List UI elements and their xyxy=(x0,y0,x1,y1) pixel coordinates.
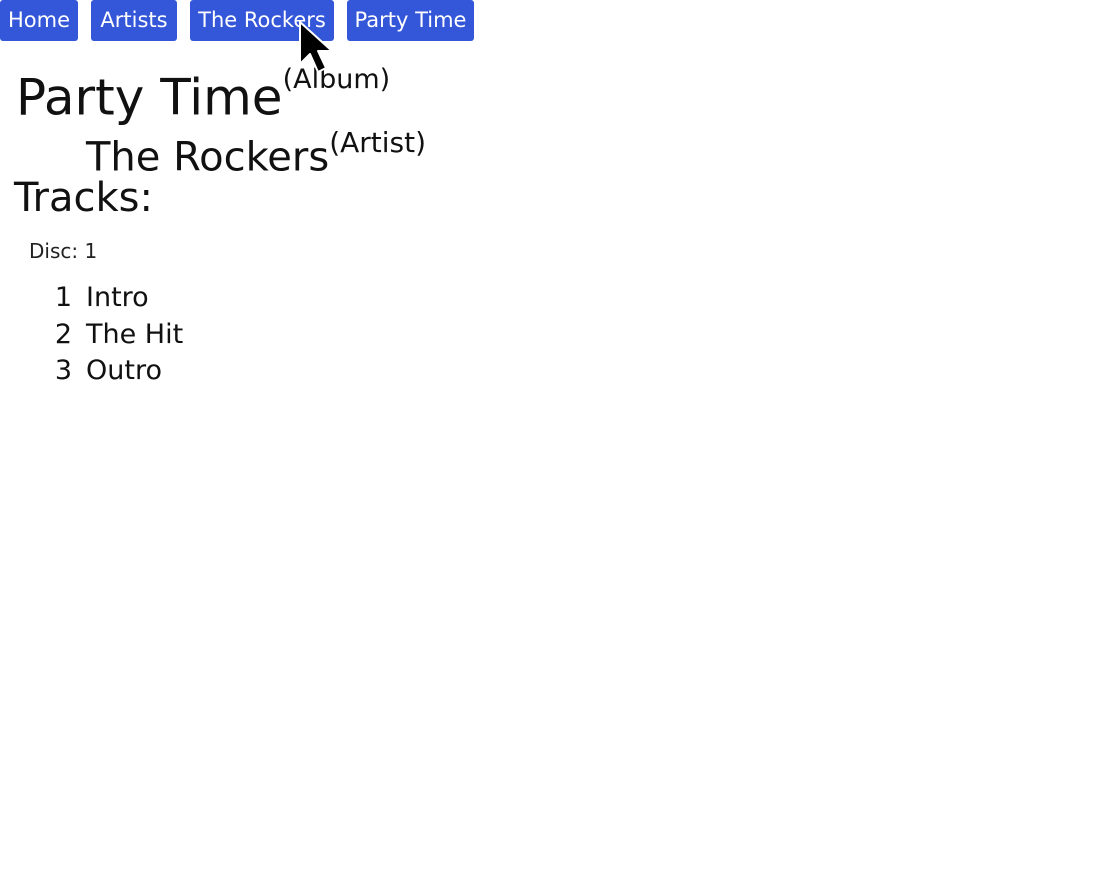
track-number: 2 xyxy=(54,318,72,350)
disc-label: Disc: 1 xyxy=(29,239,98,263)
track-row[interactable]: 3 Outro xyxy=(50,353,183,390)
track-title[interactable]: The Hit xyxy=(86,317,183,353)
track-number: 1 xyxy=(54,282,72,313)
nav-artist-button[interactable]: The Rockers xyxy=(190,0,334,41)
album-title-text: Party Time xyxy=(16,68,283,127)
album-title: Party Time(Album) xyxy=(16,58,390,129)
nav-artists-button[interactable]: Artists xyxy=(91,0,177,41)
track-title[interactable]: Outro xyxy=(86,353,162,389)
track-row[interactable]: 1 Intro xyxy=(50,280,183,317)
nav-album-button[interactable]: Party Time xyxy=(347,0,474,41)
nav-home-button[interactable]: Home xyxy=(0,0,78,41)
album-type-label: (Album) xyxy=(282,63,391,95)
artist-type-label: (Artist) xyxy=(329,125,427,159)
tracks-heading: Tracks: xyxy=(14,175,153,221)
track-row[interactable]: 2 The Hit xyxy=(50,317,183,354)
track-list: 1 Intro 2 The Hit 3 Outro xyxy=(50,280,183,390)
track-title[interactable]: Intro xyxy=(86,280,149,316)
track-number: 3 xyxy=(54,355,72,386)
